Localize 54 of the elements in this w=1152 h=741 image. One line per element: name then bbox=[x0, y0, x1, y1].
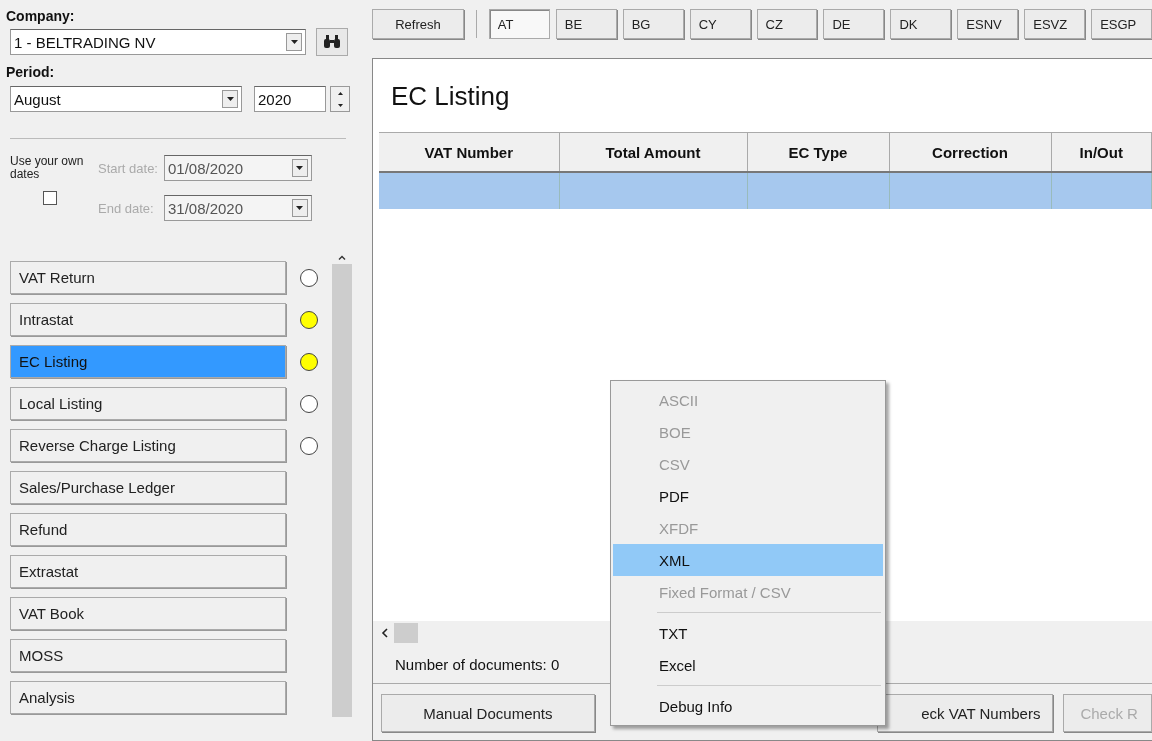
field-label: Company: bbox=[6, 8, 76, 24]
action-button[interactable]: Manual Documents bbox=[381, 694, 595, 732]
nav-item[interactable]: VAT Return bbox=[10, 261, 286, 294]
document-count: Number of documents: 0 bbox=[395, 655, 560, 673]
binoculars-icon bbox=[323, 35, 341, 49]
scroll-up-icon[interactable] bbox=[338, 255, 346, 260]
panel-title: EC Listing bbox=[391, 81, 511, 112]
caret-icon bbox=[296, 166, 304, 170]
nav-item[interactable]: Intrastat bbox=[10, 303, 286, 336]
refresh-button[interactable]: Refresh bbox=[372, 9, 464, 39]
nav-item[interactable]: Analysis bbox=[10, 681, 286, 714]
menu-item[interactable]: PDF bbox=[613, 480, 883, 512]
company-dropdown[interactable]: 1 - BELTRADING NV bbox=[10, 29, 306, 55]
scrollbar-thumb[interactable] bbox=[394, 623, 418, 643]
month-dropdown[interactable]: August bbox=[10, 86, 242, 112]
table-row[interactable] bbox=[379, 172, 1152, 209]
country-tab[interactable]: BE bbox=[555, 9, 617, 39]
menu-item[interactable]: XML bbox=[613, 544, 883, 576]
action-button[interactable]: eck VAT Numbers bbox=[876, 694, 1054, 732]
binoculars-button[interactable] bbox=[316, 28, 348, 56]
country-tab[interactable]: BG bbox=[622, 9, 684, 39]
nav-item[interactable]: Sales/Purchase Ledger bbox=[10, 471, 286, 504]
nav-item[interactable]: EC Listing bbox=[10, 345, 286, 378]
column-header[interactable]: Total Amount bbox=[559, 132, 747, 172]
nav-item[interactable]: MOSS bbox=[10, 639, 286, 672]
country-tab[interactable]: ESNV bbox=[957, 9, 1019, 39]
column-header[interactable]: EC Type bbox=[747, 132, 889, 172]
field-label: Period: bbox=[6, 64, 56, 80]
country-tab[interactable]: CY bbox=[689, 9, 751, 39]
nav-item[interactable]: Refund bbox=[10, 513, 286, 546]
country-tab[interactable]: CZ bbox=[756, 9, 818, 39]
country-tab[interactable]: DE bbox=[823, 9, 885, 39]
field-label: Start date: bbox=[98, 160, 158, 176]
nav-item[interactable]: Local Listing bbox=[10, 387, 286, 420]
country-tab[interactable]: ESVZ bbox=[1024, 9, 1086, 39]
year-field[interactable]: 2020 bbox=[254, 86, 326, 112]
spinner-icon[interactable] bbox=[330, 86, 350, 112]
caret-icon bbox=[290, 40, 298, 44]
column-header[interactable]: Correction bbox=[889, 132, 1051, 172]
nav-item[interactable]: VAT Book bbox=[10, 597, 286, 630]
column-header[interactable]: VAT Number bbox=[379, 132, 559, 172]
nav-item[interactable]: Extrastat bbox=[10, 555, 286, 588]
nav-item[interactable]: Reverse Charge Listing bbox=[10, 429, 286, 462]
checkbox-label: Use your own dates bbox=[10, 155, 85, 181]
country-tab[interactable]: ESGP bbox=[1091, 9, 1152, 39]
caret-icon bbox=[226, 97, 234, 101]
menu-item[interactable]: TXT bbox=[613, 617, 883, 649]
column-header[interactable]: In/Out bbox=[1051, 132, 1152, 172]
caret-icon bbox=[296, 206, 304, 210]
country-tab[interactable]: DK bbox=[890, 9, 952, 39]
field-label: End date: bbox=[98, 200, 155, 216]
menu-item[interactable]: Excel bbox=[613, 649, 883, 681]
country-tab[interactable]: AT bbox=[488, 9, 550, 39]
scroll-left-icon[interactable] bbox=[381, 628, 388, 638]
